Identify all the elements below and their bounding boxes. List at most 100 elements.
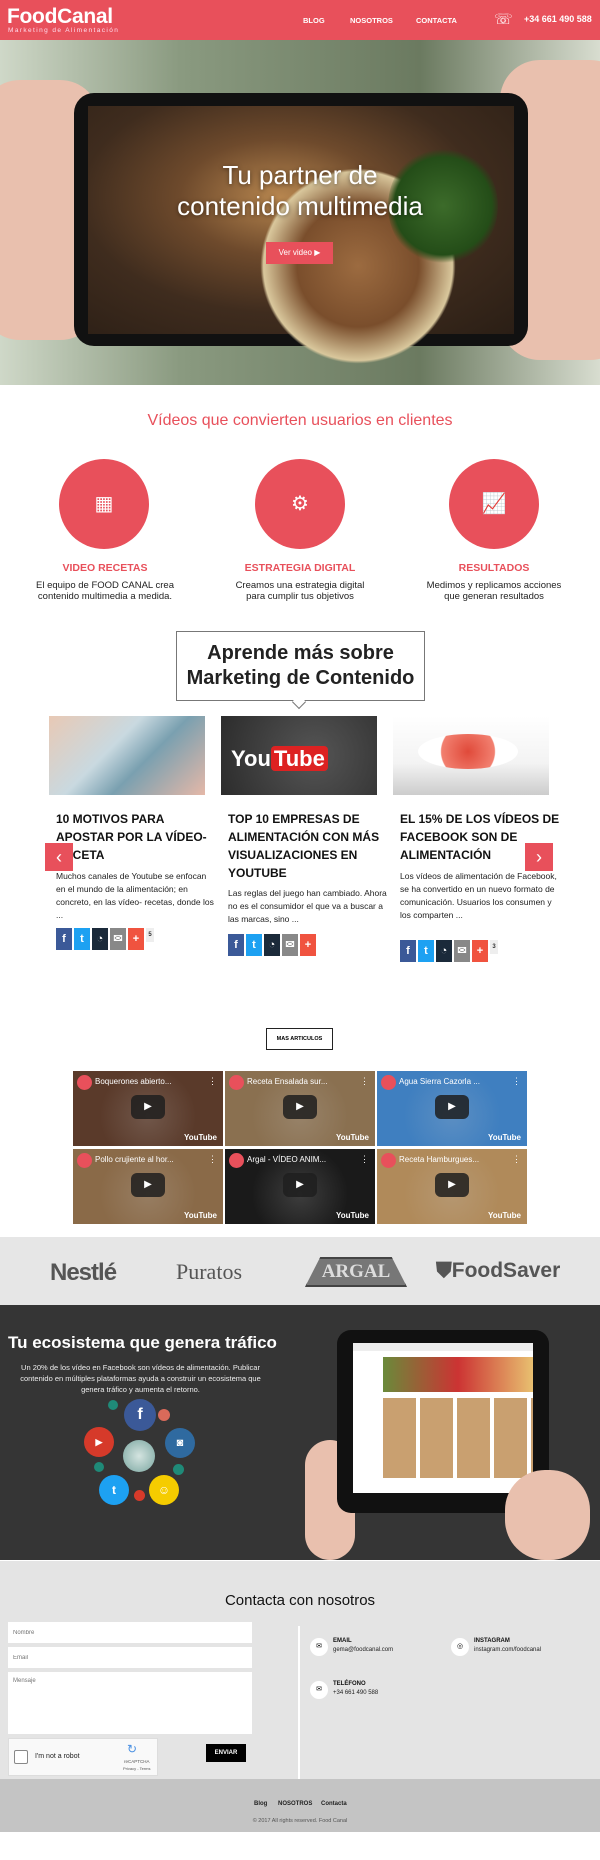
callout-line: Marketing de Contenido [186, 667, 415, 689]
play-button-icon[interactable]: ▶ [435, 1095, 469, 1119]
recaptcha-links[interactable]: Privacy - Terms [123, 1766, 150, 1771]
play-button-icon[interactable]: ▶ [131, 1173, 165, 1197]
email-icon [108, 1400, 118, 1410]
channel-avatar [77, 1153, 92, 1168]
logo[interactable]: FoodCanal [7, 5, 113, 29]
video-embed[interactable]: Receta Ensalada sur... ⋮ ▶ YouTube [225, 1071, 375, 1146]
article-image[interactable] [49, 716, 205, 795]
channel-avatar [229, 1075, 244, 1090]
footer-link-nosotros[interactable]: NOSOTROS [278, 1801, 312, 1807]
channel-avatar [381, 1075, 396, 1090]
article-excerpt: Muchos canales de Youtube se enfocan en … [56, 871, 214, 920]
email-share-icon[interactable]: ✉ [110, 928, 126, 950]
play-button-icon[interactable]: ▶ [435, 1173, 469, 1197]
video-embed[interactable]: Argal - VÍDEO ANIM... ⋮ ▶ YouTube [225, 1149, 375, 1224]
email-share-icon[interactable]: ✉ [282, 934, 298, 956]
header-phone[interactable]: +34 661 490 588 [524, 14, 592, 24]
footer-link-contacta[interactable]: Contacta [321, 1801, 347, 1807]
hero-title-line: Tu partner de [222, 160, 378, 190]
ecosystem-text: Un 20% de los vídeo en Facebook son víde… [20, 1363, 261, 1394]
twitter-share-icon[interactable]: t [246, 934, 262, 956]
snapchat-icon: ☺ [149, 1475, 179, 1505]
contact-divider [298, 1626, 300, 1794]
name-input[interactable] [8, 1622, 252, 1643]
feature-label: VIDEO RECETAS [62, 562, 148, 574]
more-share-icon[interactable]: + [472, 940, 488, 962]
email-share-icon[interactable]: ✉ [454, 940, 470, 962]
video-embed[interactable]: Receta Hamburgues... ⋮ ▶ YouTube [377, 1149, 527, 1224]
desc-line: para cumplir tus objetivos [246, 591, 354, 602]
facebook-share-icon[interactable]: f [400, 940, 416, 962]
facebook-share-icon[interactable]: f [56, 928, 72, 950]
nav-nosotros[interactable]: NOSOTROS [350, 16, 393, 25]
article-image[interactable] [393, 716, 549, 795]
more-articles-button[interactable]: MAS ARTICULOS [266, 1028, 333, 1050]
more-options-icon[interactable]: ⋮ [208, 1076, 217, 1087]
carousel-prev-button[interactable]: ‹ [45, 843, 73, 871]
features-title: Vídeos que convierten usuarios en client… [147, 412, 453, 429]
email-icon: ✉ [310, 1638, 328, 1656]
more-options-icon[interactable]: ⋮ [512, 1154, 521, 1165]
video-embed[interactable]: Pollo crujiente al hor... ⋮ ▶ YouTube [73, 1149, 223, 1224]
play-button-icon[interactable]: ▶ [283, 1095, 317, 1119]
copyright: © 2017 All rights reserved. Food Canal [252, 1818, 348, 1824]
video-embed[interactable]: Agua Sierra Cazorla ... ⋮ ▶ YouTube [377, 1071, 527, 1146]
share-bar: f t ◔ ✉ +5 [56, 928, 154, 950]
hero-title: Tu partner de contenido multimedia [100, 160, 500, 222]
article-image[interactable]: You Tube [221, 716, 377, 795]
more-options-icon[interactable]: ⋮ [360, 1076, 369, 1087]
more-share-icon[interactable]: + [300, 934, 316, 956]
article-title[interactable]: TOP 10 EMPRESAS DE ALIMENTACIÓN CON MÁS … [228, 810, 388, 882]
captcha-checkbox[interactable] [14, 1750, 28, 1764]
rss-icon [173, 1464, 184, 1475]
channel-avatar [381, 1153, 396, 1168]
carousel-next-button[interactable]: › [525, 843, 553, 871]
article-excerpt: Los vídeos de alimentación de Facebook, … [400, 871, 557, 920]
more-options-icon[interactable]: ⋮ [360, 1154, 369, 1165]
instagram-value[interactable]: instagram.com/foodcanal [474, 1647, 541, 1653]
twitter-share-icon[interactable]: t [74, 928, 90, 950]
play-button-icon[interactable]: ▶ [283, 1173, 317, 1197]
nav-blog[interactable]: BLOG [303, 16, 325, 25]
watch-video-button[interactable]: Ver video ▶ [266, 242, 333, 264]
channel-avatar [229, 1153, 244, 1168]
email-label: EMAIL [333, 1638, 352, 1644]
more-options-icon[interactable]: ⋮ [208, 1154, 217, 1165]
twitter-small-icon [158, 1409, 170, 1421]
whatsapp-share-icon[interactable]: ◔ [436, 940, 452, 962]
play-button-icon[interactable]: ▶ [131, 1095, 165, 1119]
video-title: Receta Ensalada sur... [247, 1077, 328, 1086]
desc-line: Creamos una estrategia digital [235, 580, 365, 591]
nav-contacta[interactable]: CONTACTA [416, 16, 457, 25]
more-options-icon[interactable]: ⋮ [512, 1076, 521, 1087]
phone-icon: ✉ [310, 1681, 328, 1699]
twitter-share-icon[interactable]: t [418, 940, 434, 962]
video-embed[interactable]: Boquerones abierto... ⋮ ▶ YouTube [73, 1071, 223, 1146]
message-input[interactable] [8, 1672, 252, 1734]
phone-value[interactable]: +34 661 490 588 [333, 1690, 378, 1696]
feature-desc: Creamos una estrategia digital para cumpl… [200, 580, 400, 602]
desc-line: que generan resultados [444, 591, 544, 602]
email-input[interactable] [8, 1647, 252, 1668]
video-title: Boquerones abierto... [95, 1077, 172, 1086]
facebook-share-icon[interactable]: f [228, 934, 244, 956]
share-bar: f t ◔ ✉ +3 [400, 940, 498, 962]
desc-line: El equipo de FOOD CANAL crea [36, 580, 174, 591]
instagram-label: INSTAGRAM [474, 1638, 510, 1644]
feature-desc: Medimos y replicamos acciones que generan… [394, 580, 594, 602]
globe-icon [123, 1440, 155, 1472]
facebook-icon: f [124, 1399, 156, 1431]
ecosystem-title: Tu ecosistema que genera tráfico [8, 1333, 277, 1352]
share-count: 5 [146, 928, 154, 942]
more-share-icon[interactable]: + [128, 928, 144, 950]
youtube-logo: YouTube [335, 1133, 369, 1142]
article-title[interactable]: 10 MOTIVOS PARA APOSTAR POR LA VÍDEO-REC… [56, 810, 216, 864]
footer-link-blog[interactable]: Blog [254, 1801, 267, 1807]
blog-callout: Aprende más sobre Marketing de Contenido [176, 631, 425, 701]
send-button[interactable]: ENVIAR [206, 1744, 246, 1762]
feature-desc: El equipo de FOOD CANAL crea contenido mu… [5, 580, 205, 602]
whatsapp-share-icon[interactable]: ◔ [92, 928, 108, 950]
brand-logo-puratos: Puratos [176, 1259, 242, 1284]
email-value[interactable]: gema@foodcanal.com [333, 1647, 393, 1653]
whatsapp-share-icon[interactable]: ◔ [264, 934, 280, 956]
